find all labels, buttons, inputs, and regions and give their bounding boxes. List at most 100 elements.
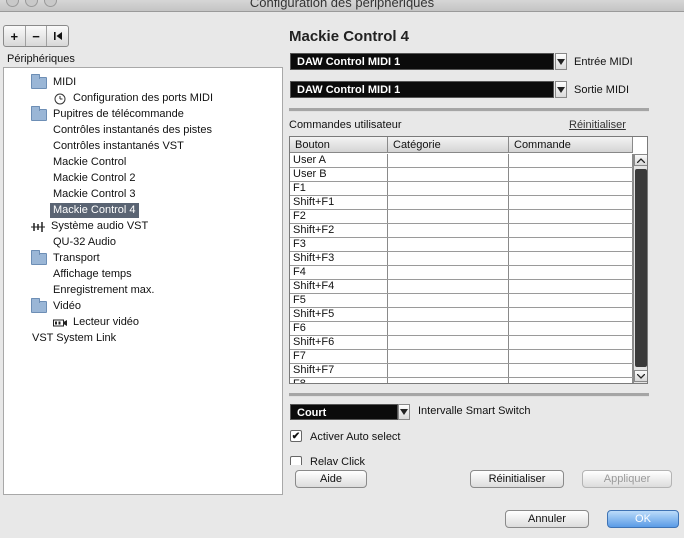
midi-input-select[interactable]: DAW Control MIDI 1 <box>290 53 554 70</box>
table-row[interactable]: Shift+F6 <box>290 336 633 350</box>
tree-item-mackie-control-3[interactable]: Mackie Control 3 <box>53 187 136 202</box>
tree-item-mackie-control-4[interactable]: Mackie Control 4 <box>50 203 139 218</box>
table-row[interactable]: F4 <box>290 266 633 280</box>
tree-item-quick-controls-tracks[interactable]: Contrôles instantanés des pistes <box>53 123 212 138</box>
command-cell[interactable] <box>509 154 633 167</box>
reset-button[interactable]: Réinitialiser <box>470 470 564 488</box>
button-cell: F7 <box>290 350 388 363</box>
remove-device-button[interactable]: − <box>26 26 48 46</box>
apply-button[interactable]: Appliquer <box>582 470 672 488</box>
auto-select-checkbox[interactable]: ✔ <box>290 430 302 442</box>
command-cell[interactable] <box>509 196 633 209</box>
command-cell[interactable] <box>509 308 633 321</box>
table-row[interactable]: F5 <box>290 294 633 308</box>
command-cell[interactable] <box>509 322 633 335</box>
table-row[interactable]: Shift+F1 <box>290 196 633 210</box>
reset-device-button[interactable] <box>47 26 68 46</box>
table-row[interactable]: F3 <box>290 238 633 252</box>
table-row[interactable]: F1 <box>290 182 633 196</box>
category-cell[interactable] <box>388 364 509 377</box>
table-row[interactable]: User A <box>290 154 633 168</box>
category-cell[interactable] <box>388 168 509 181</box>
tree-item-label: Contrôles instantanés des pistes <box>53 124 212 136</box>
button-cell: Shift+F6 <box>290 336 388 349</box>
table-row[interactable]: F7 <box>290 350 633 364</box>
table-row[interactable]: F8 <box>290 378 633 383</box>
table-row[interactable]: Shift+F3 <box>290 252 633 266</box>
smart-switch-label: Intervalle Smart Switch <box>418 405 531 417</box>
tree-item-midi[interactable]: MIDI <box>31 73 76 90</box>
tree-item-quick-controls-vst[interactable]: Contrôles instantanés VST <box>53 139 184 154</box>
category-cell[interactable] <box>388 154 509 167</box>
tree-item-video[interactable]: Vidéo <box>31 297 81 314</box>
devices-tree[interactable]: MIDI Configuration des ports MIDI Pupitr… <box>3 67 283 495</box>
clipped-options: Relay Click <box>285 453 655 465</box>
command-cell[interactable] <box>509 266 633 279</box>
scroll-up-button[interactable] <box>634 154 647 166</box>
midi-input-dropdown-arrow[interactable] <box>555 53 567 70</box>
smart-switch-select[interactable]: Court <box>290 404 398 420</box>
category-cell[interactable] <box>388 210 509 223</box>
category-cell[interactable] <box>388 266 509 279</box>
relay-click-checkbox[interactable] <box>290 456 302 465</box>
category-cell[interactable] <box>388 196 509 209</box>
tree-item-midi-ports[interactable]: Configuration des ports MIDI <box>53 91 213 106</box>
tree-item-record-max[interactable]: Enregistrement max. <box>53 283 154 298</box>
folder-icon <box>31 297 47 313</box>
table-row[interactable]: Shift+F5 <box>290 308 633 322</box>
table-row[interactable]: F2 <box>290 210 633 224</box>
scrollbar-thumb[interactable] <box>635 169 647 367</box>
tree-item-time-display[interactable]: Affichage temps <box>53 267 132 282</box>
scroll-down-button[interactable] <box>634 370 647 382</box>
category-cell[interactable] <box>388 280 509 293</box>
command-cell[interactable] <box>509 350 633 363</box>
command-cell[interactable] <box>509 238 633 251</box>
command-cell[interactable] <box>509 294 633 307</box>
tree-item-remote-devices[interactable]: Pupitres de télécommande <box>31 105 184 122</box>
command-cell[interactable] <box>509 280 633 293</box>
midi-output-select[interactable]: DAW Control MIDI 1 <box>290 81 554 98</box>
command-cell[interactable] <box>509 252 633 265</box>
category-cell[interactable] <box>388 322 509 335</box>
command-cell[interactable] <box>509 336 633 349</box>
category-cell[interactable] <box>388 378 509 383</box>
add-device-button[interactable]: + <box>4 26 26 46</box>
command-cell[interactable] <box>509 168 633 181</box>
category-cell[interactable] <box>388 252 509 265</box>
category-cell[interactable] <box>388 336 509 349</box>
ok-button[interactable]: OK <box>607 510 679 528</box>
category-cell[interactable] <box>388 224 509 237</box>
table-row[interactable]: Shift+F2 <box>290 224 633 238</box>
cancel-button[interactable]: Annuler <box>505 510 589 528</box>
table-row[interactable]: Shift+F4 <box>290 280 633 294</box>
category-cell[interactable] <box>388 238 509 251</box>
column-header-command[interactable]: Commande <box>509 137 633 153</box>
reset-commands-link[interactable]: Réinitialiser <box>569 119 626 131</box>
tree-item-qu32-audio[interactable]: QU-32 Audio <box>53 235 116 250</box>
table-row[interactable]: Shift+F7 <box>290 364 633 378</box>
column-header-category[interactable]: Catégorie <box>388 137 509 153</box>
category-cell[interactable] <box>388 182 509 195</box>
tree-item-vst-system-link[interactable]: VST System Link <box>32 331 116 346</box>
midi-output-dropdown-arrow[interactable] <box>555 81 567 98</box>
tree-item-vst-audio-system[interactable]: Système audio VST <box>31 219 148 234</box>
command-cell[interactable] <box>509 378 633 383</box>
command-cell[interactable] <box>509 224 633 237</box>
tree-item-transport[interactable]: Transport <box>31 249 100 266</box>
table-vertical-scrollbar[interactable] <box>633 154 647 383</box>
command-cell[interactable] <box>509 364 633 377</box>
category-cell[interactable] <box>388 294 509 307</box>
table-row[interactable]: F6 <box>290 322 633 336</box>
tree-item-mackie-control-2[interactable]: Mackie Control 2 <box>53 171 136 186</box>
tree-item-mackie-control[interactable]: Mackie Control <box>53 155 126 170</box>
help-button[interactable]: Aide <box>295 470 367 488</box>
category-cell[interactable] <box>388 308 509 321</box>
command-cell[interactable] <box>509 210 633 223</box>
smart-switch-dropdown-arrow[interactable] <box>398 404 410 420</box>
tree-item-video-player[interactable]: Lecteur vidéo <box>53 315 139 330</box>
column-header-button[interactable]: Bouton <box>290 137 388 153</box>
table-row[interactable]: User B <box>290 168 633 182</box>
category-cell[interactable] <box>388 350 509 363</box>
user-commands-table[interactable]: Bouton Catégorie Commande User A User B … <box>289 136 648 384</box>
command-cell[interactable] <box>509 182 633 195</box>
